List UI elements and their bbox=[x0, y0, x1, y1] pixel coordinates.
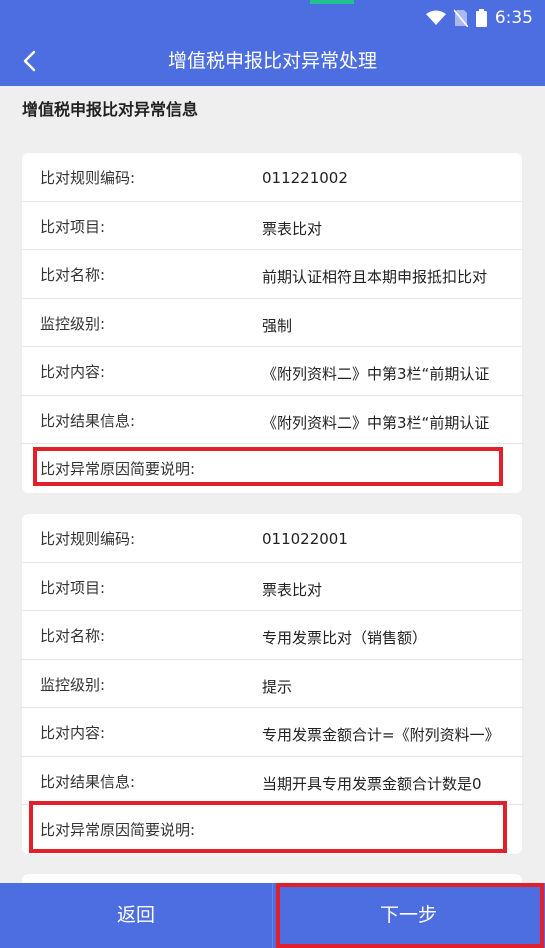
anomaly-reason-label: 比对异常原因简要说明: bbox=[40, 821, 196, 839]
anomaly-reason-row[interactable]: 比对异常原因简要说明: bbox=[22, 444, 522, 493]
monitor-level-value: 提示 bbox=[262, 677, 293, 696]
monitor-level-label: 监控级别: bbox=[40, 314, 106, 333]
no-sim-icon bbox=[453, 9, 468, 27]
monitor-level-value: 强制 bbox=[262, 316, 293, 335]
compare-name-value: 专用发票比对（销售额） bbox=[262, 629, 428, 647]
rule-code-value: 011221002 bbox=[262, 169, 348, 187]
monitor-level-row: 监控级别: 提示 bbox=[22, 660, 522, 708]
anomaly-reason-label: 比对异常原因简要说明: bbox=[40, 460, 196, 478]
compare-content-value: 《附列资料二》中第3栏“前期认证 bbox=[262, 365, 490, 383]
content-scroll-area[interactable]: 增值税申报比对异常信息 比对规则编码: 011221002 比对项目: 票表比对… bbox=[0, 86, 545, 883]
compare-item-value: 票表比对 bbox=[262, 219, 323, 238]
compare-result-row: 比对结果信息: 《附列资料二》中第3栏“前期认证 bbox=[22, 396, 522, 444]
compare-name-label: 比对名称: bbox=[40, 266, 106, 284]
rule-code-row: 比对规则编码: 011221002 bbox=[22, 153, 522, 202]
anomaly-reason-row[interactable]: 比对异常原因简要说明: bbox=[22, 805, 522, 854]
compare-content-row: 比对内容: 《附列资料二》中第3栏“前期认证 bbox=[22, 347, 522, 396]
compare-name-value: 前期认证相符且本期申报抵扣比对 bbox=[262, 268, 488, 286]
compare-item-label: 比对项目: bbox=[40, 578, 106, 597]
status-accent bbox=[310, 0, 354, 4]
comparison-card-1: 比对规则编码: 011221002 比对项目: 票表比对 比对名称: 前期认证相… bbox=[22, 153, 522, 493]
compare-result-label: 比对结果信息: bbox=[40, 772, 136, 791]
comparison-card-2: 比对规则编码: 011022001 比对项目: 票表比对 比对名称: 专用发票比… bbox=[22, 514, 522, 854]
nav-bar: 增值税申报比对异常处理 bbox=[0, 36, 545, 86]
status-time: 6:35 bbox=[494, 8, 533, 28]
compare-name-label: 比对名称: bbox=[40, 627, 106, 645]
rule-code-label: 比对规则编码: bbox=[40, 169, 136, 187]
rule-code-label: 比对规则编码: bbox=[40, 530, 136, 548]
monitor-level-label: 监控级别: bbox=[40, 675, 106, 694]
compare-content-value: 专用发票金额合计=《附列资料一》 bbox=[262, 726, 500, 744]
page-title: 增值税申报比对异常处理 bbox=[167, 50, 377, 72]
back-button[interactable]: 返回 bbox=[0, 883, 272, 948]
compare-name-row: 比对名称: 专用发票比对（销售额） bbox=[22, 611, 522, 660]
monitor-level-row: 监控级别: 强制 bbox=[22, 299, 522, 347]
compare-result-value: 《附列资料二》中第3栏“前期认证 bbox=[262, 413, 490, 432]
compare-name-row: 比对名称: 前期认证相符且本期申报抵扣比对 bbox=[22, 250, 522, 299]
comparison-card-3 bbox=[22, 874, 522, 883]
rule-code-row: 比对规则编码: 011022001 bbox=[22, 514, 522, 563]
battery-icon bbox=[475, 9, 487, 27]
compare-result-value: 当期开具专用发票金额合计数是0 bbox=[262, 774, 482, 793]
compare-content-label: 比对内容: bbox=[40, 724, 106, 742]
compare-result-row: 比对结果信息: 当期开具专用发票金额合计数是0 bbox=[22, 757, 522, 805]
compare-content-label: 比对内容: bbox=[40, 363, 106, 381]
compare-item-row: 比对项目: 票表比对 bbox=[22, 202, 522, 250]
compare-content-row: 比对内容: 专用发票金额合计=《附列资料一》 bbox=[22, 708, 522, 757]
compare-item-value: 票表比对 bbox=[262, 580, 323, 599]
wifi-icon bbox=[425, 10, 446, 26]
compare-item-row: 比对项目: 票表比对 bbox=[22, 563, 522, 611]
rule-code-value: 011022001 bbox=[262, 530, 348, 548]
status-icons: 6:35 bbox=[425, 8, 533, 28]
compare-result-label: 比对结果信息: bbox=[40, 411, 136, 430]
highlight-next-button bbox=[276, 883, 544, 948]
compare-item-label: 比对项目: bbox=[40, 217, 106, 236]
status-bar: 6:35 bbox=[0, 0, 545, 36]
section-title: 增值税申报比对异常信息 bbox=[22, 100, 199, 119]
